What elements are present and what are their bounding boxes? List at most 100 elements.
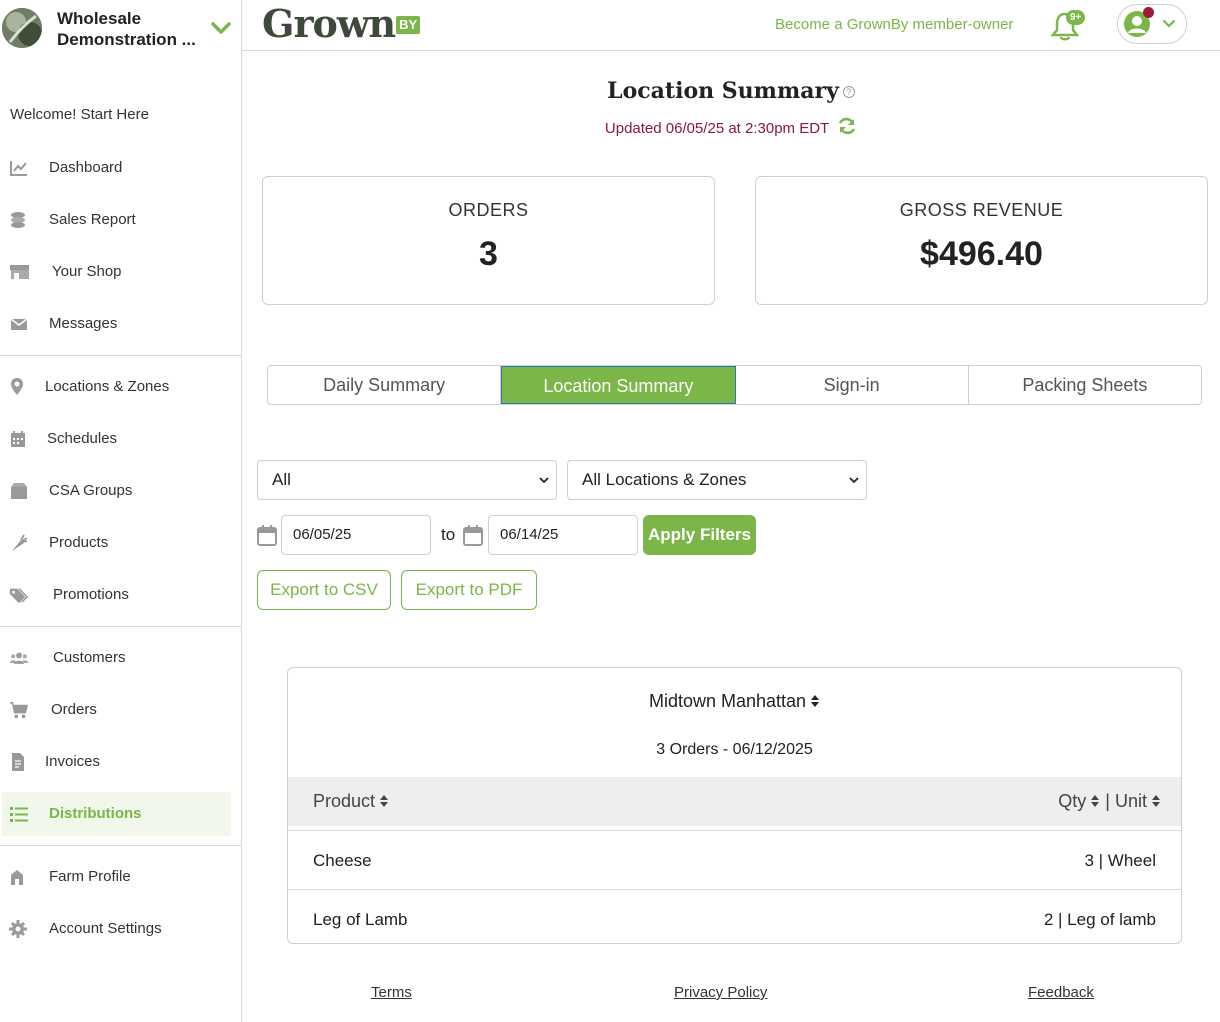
chart-line-icon	[10, 161, 27, 176]
location-name[interactable]: Midtown Manhattan	[288, 691, 1181, 712]
user-menu-button[interactable]	[1117, 4, 1187, 44]
sidebar-item-label: CSA Groups	[49, 482, 133, 499]
carrot-icon	[12, 534, 28, 551]
sidebar-divider	[0, 845, 241, 846]
type-select[interactable]: All	[257, 460, 557, 500]
column-unit-label: Unit	[1114, 791, 1147, 811]
sidebar-item-csa-groups[interactable]: CSA Groups	[0, 469, 241, 513]
page-title: Location Summary?	[242, 78, 1220, 104]
location-subtitle: 3 Orders - 06/12/2025	[656, 741, 813, 758]
calendar-icon	[11, 431, 25, 447]
notifications-button[interactable]: 9+	[1050, 10, 1086, 42]
sidebar-item-orders[interactable]: Orders	[0, 688, 241, 732]
date-to-input[interactable]: 06/14/25	[488, 515, 638, 555]
calendar-icon[interactable]	[463, 524, 483, 546]
farm-avatar	[2, 8, 42, 48]
notification-badge: 9+	[1066, 10, 1086, 25]
welcome-link[interactable]: Welcome! Start Here	[10, 106, 149, 123]
map-pin-icon	[11, 378, 23, 395]
location-panel: Midtown Manhattan 3 Orders - 06/12/2025 …	[287, 667, 1182, 944]
column-product[interactable]: Product	[313, 791, 389, 812]
sidebar-item-label: Locations & Zones	[45, 378, 170, 395]
sidebar-item-label: Orders	[51, 701, 97, 718]
logo-by: BY	[396, 16, 421, 34]
sidebar-item-promotions[interactable]: Promotions	[0, 573, 241, 617]
column-product-label: Product	[313, 791, 376, 811]
sidebar-item-sales-report[interactable]: Sales Report	[0, 198, 241, 242]
sidebar-item-label: Sales Report	[49, 211, 136, 228]
store-icon	[10, 265, 29, 279]
tags-icon	[9, 588, 29, 604]
sort-icon	[811, 695, 820, 707]
summary-tabs: Daily Summary Location Summary Sign-in P…	[267, 365, 1202, 405]
sidebar-item-dashboard[interactable]: Dashboard	[0, 146, 241, 190]
sidebar-item-invoices[interactable]: Invoices	[0, 740, 241, 784]
tab-location-summary[interactable]: Location Summary	[501, 366, 736, 404]
feedback-link[interactable]: Feedback	[1028, 984, 1094, 1001]
sidebar-item-locations[interactable]: Locations & Zones	[0, 365, 241, 409]
date-from-input[interactable]: 06/05/25	[281, 515, 431, 555]
sidebar-item-label: Invoices	[45, 753, 101, 770]
updated-text: Updated 06/05/25 at 2:30pm EDT	[604, 120, 829, 137]
sidebar-item-label: Customers	[53, 649, 126, 666]
sidebar-item-label: Promotions	[53, 586, 129, 603]
sidebar-item-your-shop[interactable]: Your Shop	[0, 250, 241, 294]
unread-dot	[1143, 7, 1154, 18]
chevron-down-icon	[539, 477, 549, 484]
export-csv-button[interactable]: Export to CSV	[257, 570, 391, 610]
refresh-icon[interactable]	[837, 116, 857, 136]
chevron-down-icon	[211, 22, 231, 34]
grownby-logo[interactable]: Grown BY	[262, 1, 421, 46]
date-range-to-label: to	[441, 525, 456, 544]
orders-card: ORDERS 3	[262, 176, 715, 305]
location-select[interactable]: All Locations & Zones	[567, 460, 867, 500]
sidebar-item-products[interactable]: Products	[0, 521, 241, 565]
apply-filters-button[interactable]: Apply Filters	[643, 515, 756, 555]
sidebar-item-farm-profile[interactable]: Farm Profile	[0, 855, 241, 899]
chevron-down-icon	[1162, 19, 1176, 28]
product-cell: Cheese	[313, 851, 372, 870]
table-header: Product Qty | Unit	[288, 777, 1181, 826]
export-pdf-button[interactable]: Export to PDF	[401, 570, 537, 610]
column-unit[interactable]: Unit	[1115, 791, 1161, 811]
invoice-icon	[12, 753, 24, 771]
sidebar-item-customers[interactable]: Customers	[0, 636, 241, 680]
column-qty-label: Qty	[1058, 791, 1087, 811]
column-separator: |	[1105, 791, 1110, 811]
member-owner-link[interactable]: Become a GrownBy member-owner	[775, 16, 1013, 33]
sort-icon	[1152, 795, 1160, 807]
product-cell: Leg of Lamb	[313, 910, 408, 929]
sidebar-item-label: Schedules	[47, 430, 118, 447]
privacy-policy-link[interactable]: Privacy Policy	[674, 984, 767, 1001]
logo-text: Grown	[262, 1, 396, 46]
sidebar-item-schedules[interactable]: Schedules	[0, 417, 241, 461]
table-row: Leg of Lamb 2 | Leg of lamb	[288, 889, 1181, 943]
help-icon[interactable]: ?	[842, 86, 855, 98]
gear-icon	[9, 920, 27, 938]
sidebar-item-label: Farm Profile	[49, 868, 131, 885]
sidebar-divider	[0, 626, 241, 627]
tab-packing-sheets[interactable]: Packing Sheets	[969, 366, 1201, 404]
farm-name: Wholesale Demonstration ...	[57, 9, 196, 49]
column-qty[interactable]: Qty	[1058, 791, 1100, 811]
terms-link[interactable]: Terms	[371, 984, 412, 1001]
orders-label: ORDERS	[448, 200, 529, 220]
tab-sign-in[interactable]: Sign-in	[736, 366, 969, 404]
revenue-value: $496.40	[920, 235, 1043, 273]
qty-unit-cell: 2 | Leg of lamb	[1043, 910, 1156, 929]
page-title-text: Location Summary	[607, 78, 839, 104]
sidebar: Wholesale Demonstration ... Welcome! Sta…	[0, 0, 242, 1022]
revenue-card: GROSS REVENUE $496.40	[755, 176, 1208, 305]
sidebar-item-messages[interactable]: Messages	[0, 302, 241, 346]
sidebar-item-label: Dashboard	[49, 159, 123, 176]
table-row: Cheese 3 | Wheel	[288, 830, 1181, 889]
calendar-icon[interactable]	[257, 524, 277, 546]
chevron-down-icon	[849, 477, 859, 484]
sidebar-divider	[0, 355, 241, 356]
sidebar-item-account-settings[interactable]: Account Settings	[0, 907, 241, 951]
sort-icon	[380, 795, 389, 807]
type-select-value: All	[272, 470, 291, 489]
tab-daily-summary[interactable]: Daily Summary	[268, 366, 502, 404]
sidebar-item-distributions[interactable]: Distributions	[2, 792, 231, 836]
farm-switcher[interactable]: Wholesale Demonstration ...	[0, 0, 241, 58]
